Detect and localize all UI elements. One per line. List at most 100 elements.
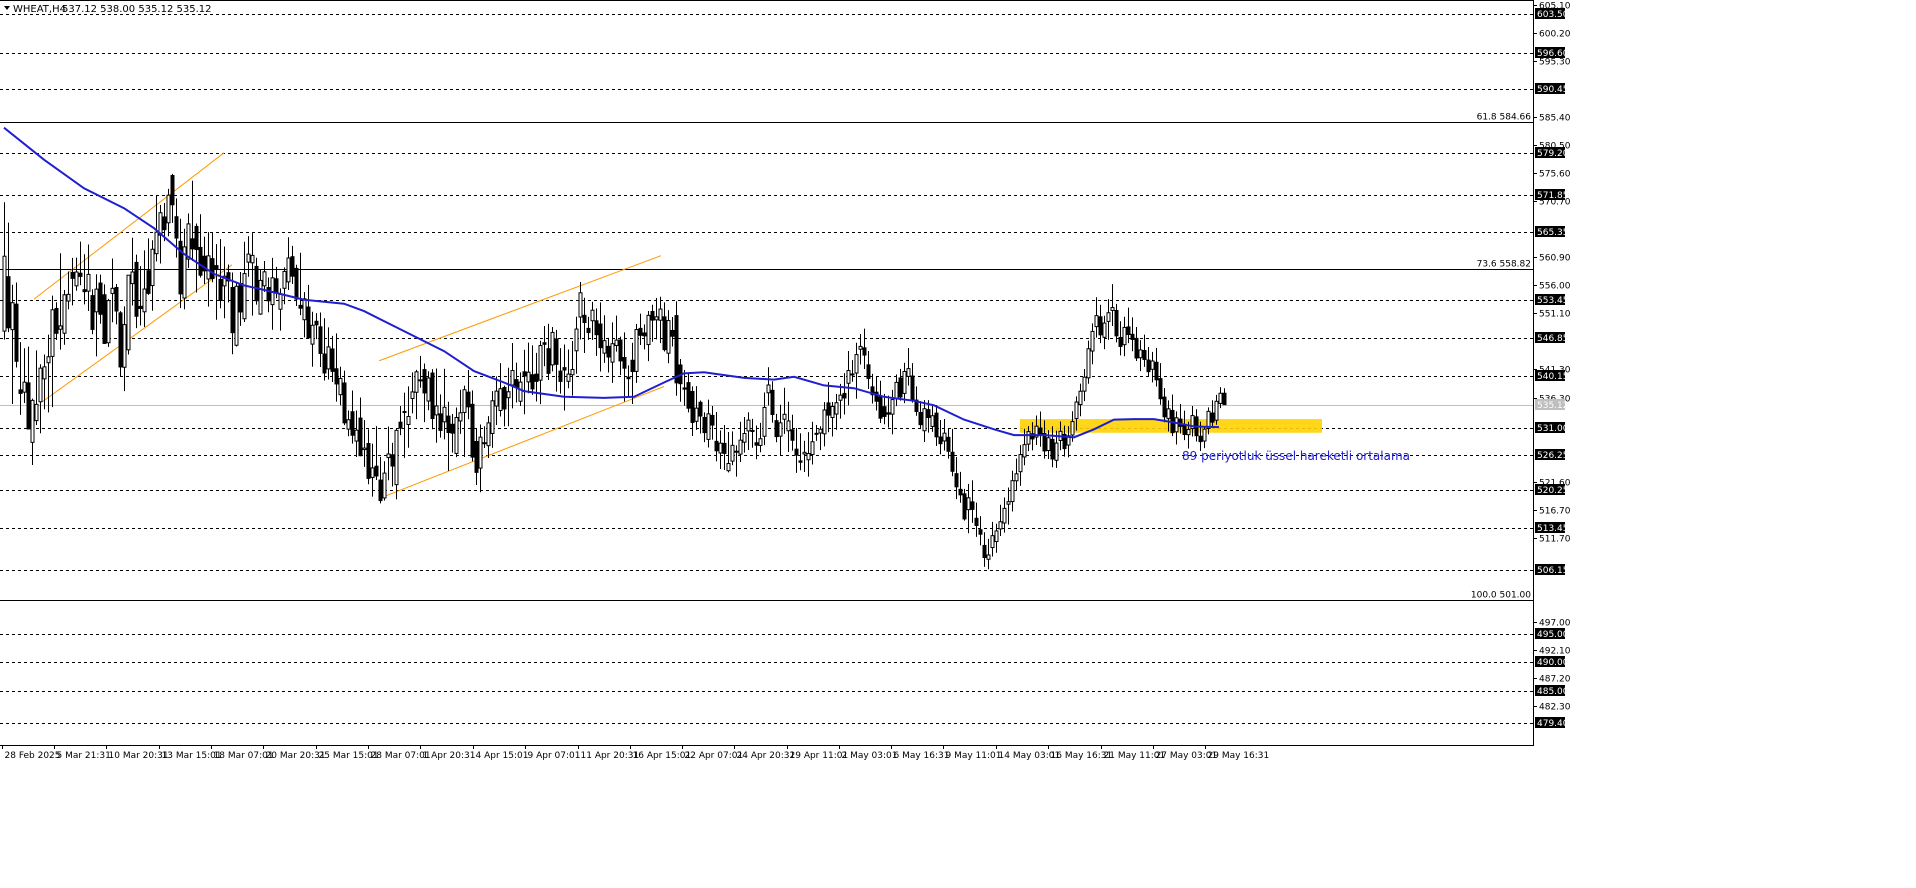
- candle-body: [806, 453, 811, 461]
- candle-body: [838, 394, 843, 401]
- x-axis: 28 Feb 20255 Mar 21:3110 Mar 20:3113 Mar…: [2, 745, 1269, 761]
- candle: [106, 298, 111, 347]
- candle-body: [886, 412, 891, 415]
- candle: [758, 422, 763, 453]
- candle-body: [1214, 400, 1219, 421]
- candle-body: [1202, 428, 1207, 442]
- candle: [1038, 411, 1043, 447]
- price-chart[interactable]: 61.8 584.6673.6 558.82100.0 501.00 605.1…: [0, 0, 1916, 888]
- candle-body: [398, 421, 403, 429]
- price-badge-label: 590.45: [1537, 85, 1569, 95]
- candle: [34, 350, 39, 426]
- candle: [138, 266, 143, 326]
- candle: [1106, 299, 1111, 340]
- candle: [286, 237, 291, 291]
- candle-body: [618, 339, 623, 362]
- candle-body: [1026, 431, 1031, 445]
- candle: [98, 274, 103, 324]
- candle-body: [102, 294, 107, 344]
- candle-body: [422, 369, 427, 394]
- candle: [398, 406, 403, 436]
- candle-body: [902, 370, 907, 394]
- candle-body: [962, 493, 967, 520]
- candle: [662, 302, 667, 352]
- candle-body: [414, 371, 419, 393]
- candle-body: [522, 371, 527, 377]
- candle: [314, 313, 319, 340]
- candle-body: [366, 443, 371, 479]
- candle: [550, 326, 555, 372]
- candle: [358, 397, 363, 457]
- candle: [574, 316, 579, 374]
- x-tick-label: 22 Apr 07:01: [685, 751, 744, 761]
- x-tick-label: 5 Mar 21:31: [57, 751, 111, 761]
- candle-body: [790, 429, 795, 441]
- candle-body: [62, 294, 67, 334]
- candle-body: [822, 409, 827, 435]
- chart-frame: [0, 0, 1534, 746]
- candle: [890, 389, 895, 435]
- candle-body: [714, 440, 719, 452]
- candle: [698, 400, 703, 434]
- candle-body: [730, 444, 735, 462]
- candle-body: [262, 271, 267, 287]
- candle-body: [750, 429, 755, 432]
- candle-body: [1210, 412, 1215, 423]
- candle: [862, 328, 867, 370]
- candle: [246, 236, 251, 277]
- chart-root[interactable]: 61.8 584.66 73.6 558.82 100.0 501.00 605.1…: [0, 0, 1916, 888]
- price-badge: 520.25: [1535, 484, 1569, 496]
- candle: [182, 228, 187, 310]
- candle-body: [86, 273, 91, 292]
- candle-body: [1038, 427, 1043, 436]
- price-badge-label: 553.45: [1537, 296, 1569, 306]
- candle: [402, 392, 407, 458]
- ohlc-values: 537.12 538.00 535.12 535.12: [62, 4, 212, 15]
- candle-body: [330, 348, 335, 372]
- candle: [334, 333, 339, 402]
- candle: [678, 358, 683, 402]
- candle-body: [90, 295, 95, 330]
- candle: [946, 428, 951, 459]
- candle-body: [910, 375, 915, 401]
- x-tick-label: 16 Apr 15:01: [633, 751, 692, 761]
- candle-body: [418, 379, 423, 382]
- candle-body: [966, 497, 971, 511]
- candle-body: [586, 327, 591, 334]
- candle-body: [710, 414, 715, 426]
- candle-body: [110, 287, 115, 294]
- candle: [1222, 388, 1227, 406]
- candle: [1018, 445, 1023, 486]
- candle-body: [802, 451, 807, 455]
- chart-header: WHEAT,H4 537.12 538.00 535.12 535.12: [4, 4, 212, 15]
- candle: [146, 238, 151, 295]
- candle-body: [78, 272, 83, 277]
- collapse-triangle-icon[interactable]: [4, 6, 10, 10]
- candle-body: [386, 453, 391, 459]
- candle-body: [906, 368, 911, 377]
- candle: [1170, 394, 1175, 437]
- candle: [282, 267, 287, 305]
- candle: [102, 284, 107, 344]
- candle: [882, 393, 887, 425]
- candle: [722, 425, 727, 471]
- candle: [922, 400, 927, 442]
- candle-body: [130, 271, 135, 285]
- price-badge-label: 506.15: [1537, 566, 1569, 576]
- candle: [1082, 368, 1087, 402]
- symbol-label: WHEAT,H4: [13, 4, 66, 15]
- candle: [546, 323, 551, 380]
- candle: [1086, 340, 1091, 384]
- candle: [714, 411, 719, 462]
- candle: [426, 371, 431, 411]
- candle-body: [174, 216, 179, 239]
- candle: [94, 274, 99, 357]
- candle: [370, 443, 375, 497]
- candle: [438, 394, 443, 438]
- candle: [942, 419, 947, 451]
- price-badge: 495.00: [1535, 628, 1569, 640]
- candle-body: [894, 381, 899, 399]
- candle-body: [442, 406, 447, 423]
- candle: [514, 362, 519, 403]
- candle: [242, 241, 247, 323]
